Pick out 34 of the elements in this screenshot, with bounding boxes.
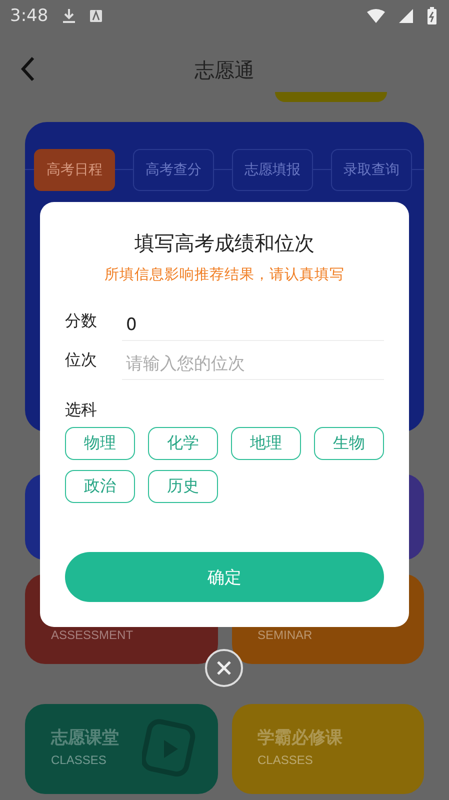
subject-chip[interactable]: 物理	[65, 427, 135, 460]
dialog-notice: 所填信息影响推荐结果，请认真填写	[104, 266, 346, 284]
step-tab[interactable]: 高考日程	[34, 149, 115, 191]
step-tab[interactable]: 录取查询	[331, 149, 412, 191]
card-subtitle: CLASSES	[51, 753, 106, 767]
close-icon	[216, 660, 232, 676]
dialog-title: 填写高考成绩和位次	[134, 230, 316, 257]
feature-card[interactable]: 志愿课堂 CLASSES	[25, 704, 218, 794]
feature-card[interactable]: 学霸必修课 CLASSES	[232, 704, 424, 794]
back-icon[interactable]	[20, 56, 36, 82]
status-time: 3:48	[10, 6, 48, 26]
subjects-label: 选科	[65, 400, 98, 421]
subject-chip[interactable]: 地理	[231, 427, 301, 460]
signal-icon	[399, 9, 413, 23]
step-tab[interactable]: 高考查分	[133, 149, 214, 191]
card-title: 志愿课堂	[51, 727, 120, 749]
page-title: 志愿通	[194, 56, 254, 84]
wifi-icon	[367, 9, 385, 23]
subject-chip[interactable]: 化学	[148, 427, 218, 460]
subject-chip[interactable]: 政治	[65, 470, 135, 503]
close-button[interactable]	[205, 649, 243, 687]
card-subtitle: CLASSES	[258, 753, 313, 767]
notification-icon	[90, 10, 102, 22]
battery-icon	[427, 7, 437, 25]
subject-chip[interactable]: 生物	[314, 427, 384, 460]
card-subtitle: SEMINAR	[258, 628, 312, 642]
confirm-button[interactable]: 确定	[65, 552, 384, 602]
card-title: 学霸必修课	[258, 727, 344, 749]
field-label: 位次	[65, 350, 98, 371]
subject-chip[interactable]: 历史	[148, 470, 218, 503]
step-tab[interactable]: 志愿填报	[232, 149, 313, 191]
card-subtitle: ASSESSMENT	[51, 628, 134, 642]
download-icon	[62, 8, 76, 24]
field-label: 分数	[65, 311, 98, 332]
